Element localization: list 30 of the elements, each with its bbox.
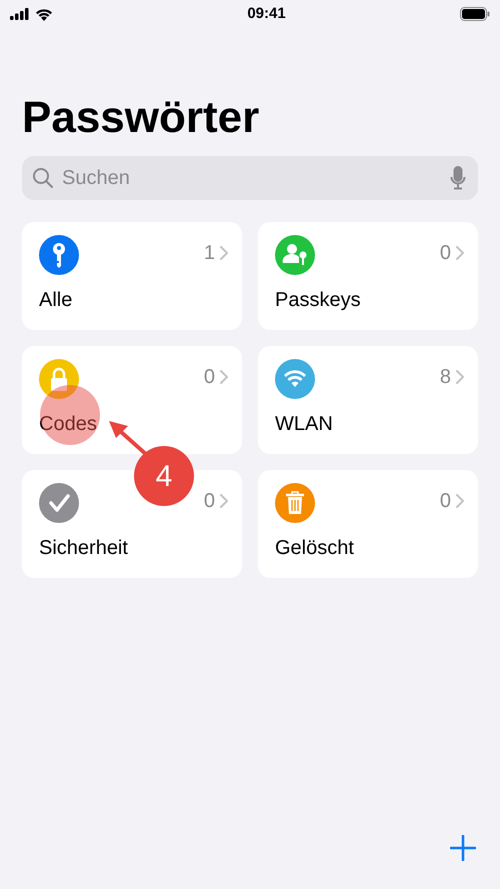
chevron-icon — [220, 370, 228, 384]
add-icon[interactable] — [450, 835, 476, 861]
microphone-icon[interactable] — [450, 166, 466, 190]
chevron-icon — [220, 494, 228, 508]
item-count: 0 — [204, 489, 215, 513]
category-label: Sicherheit — [39, 536, 128, 560]
search-field[interactable]: Suchen — [22, 156, 478, 200]
search-icon — [32, 167, 54, 189]
item-count: 0 — [440, 489, 451, 513]
status-time: 09:41 — [247, 4, 286, 24]
category-label: Gelöscht — [275, 536, 354, 560]
wifi-icon — [35, 8, 53, 20]
category-label: Passkeys — [275, 288, 361, 312]
category-label: WLAN — [275, 412, 333, 436]
item-count: 0 — [440, 241, 451, 265]
battery-icon — [460, 7, 490, 21]
item-count: 1 — [204, 241, 215, 265]
category-card[interactable]: 1 Alle — [22, 222, 242, 330]
item-count: 8 — [440, 365, 451, 389]
category-card[interactable]: 0 Gelöscht — [258, 470, 478, 578]
chevron-icon — [220, 246, 228, 260]
category-card[interactable]: 0 Passkeys — [258, 222, 478, 330]
chevron-icon — [456, 246, 464, 260]
item-count: 0 — [204, 365, 215, 389]
signal-icon — [10, 8, 30, 20]
chevron-icon — [456, 370, 464, 384]
category-label: Alle — [39, 288, 72, 312]
category-card[interactable]: 8 WLAN — [258, 346, 478, 454]
page-title: Passwörter — [22, 92, 260, 144]
chevron-icon — [456, 494, 464, 508]
